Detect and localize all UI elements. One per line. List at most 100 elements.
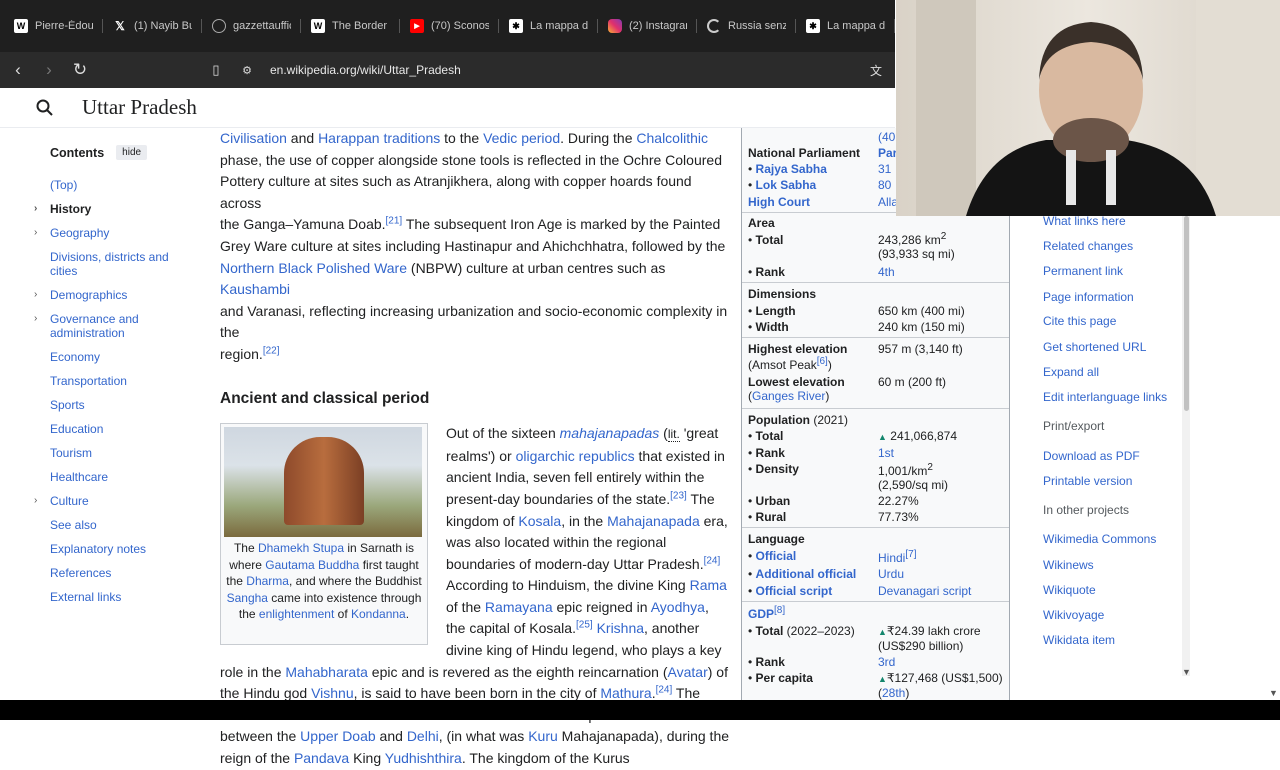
citation[interactable]: [7] [905,549,916,560]
link[interactable]: Delhi [407,728,439,744]
link[interactable]: GDP [748,607,774,621]
toc-item-notes[interactable]: Explanatory notes [30,542,190,556]
browser-tab[interactable]: (2) Instagram [598,10,697,42]
toc-item-education[interactable]: Education [30,422,190,436]
citation[interactable]: [21] [386,216,403,227]
toc-item-economy[interactable]: Economy [30,350,190,364]
link[interactable]: Kuru [528,728,558,744]
browser-tab[interactable]: ✱ La mappa de [499,10,598,42]
browser-tab[interactable]: Russia senza [697,10,796,42]
link[interactable]: Civilisation [220,130,287,146]
chevron-right-icon[interactable]: › [34,226,37,240]
citation[interactable]: [22] [263,345,280,356]
translate-icon[interactable]: 文 [863,57,889,83]
infobox-link[interactable]: 3rd [878,655,1008,669]
tools-link[interactable]: Wikidata item [1043,633,1115,647]
browser-tab[interactable]: 𝕏(1) Nayib Buk [103,10,202,42]
chevron-right-icon[interactable]: › [34,494,37,508]
toc-item-healthcare[interactable]: Healthcare [30,470,190,484]
toc-item-demographics[interactable]: › Demographics [30,288,190,302]
link[interactable]: High Court [748,195,878,209]
link[interactable]: Harappan traditions [318,130,440,146]
toc-item-governance[interactable]: › Governance and administration [30,312,190,340]
tools-scroll-thumb[interactable] [1184,216,1189,411]
toc-item-geography[interactable]: › Geography [30,226,190,240]
citation[interactable]: [23] [670,490,687,501]
tools-link[interactable]: Wikiquote [1043,583,1096,597]
link[interactable]: oligarchic republics [516,448,635,464]
tools-link[interactable]: Edit interlanguage links [1043,390,1167,404]
link[interactable]: Kosala [518,513,561,529]
tools-link[interactable]: What links here [1043,214,1126,228]
link[interactable]: Official script [756,584,833,598]
toc-item-sports[interactable]: Sports [30,398,190,412]
stupa-image[interactable] [224,427,422,538]
tools-link[interactable]: Wikimedia Commons [1043,532,1156,546]
toc-item-references[interactable]: References [30,566,190,580]
tools-link[interactable]: Permanent link [1043,264,1123,278]
link[interactable]: Sangha [227,591,268,605]
toc-item-tourism[interactable]: Tourism [30,446,190,460]
tools-link[interactable]: Page information [1043,290,1134,304]
tools-link[interactable]: Printable version [1043,474,1132,488]
link[interactable]: Upper Doab [300,728,376,744]
browser-tab[interactable]: ✱ La mappa de [796,10,895,42]
link[interactable]: Mahabharata [285,664,368,680]
citation[interactable]: [6] [817,356,828,367]
link[interactable]: Mahajanapada [607,513,700,529]
reload-icon[interactable]: ↻ [67,57,93,83]
toc-item-transportation[interactable]: Transportation [30,374,190,388]
citation[interactable]: [8] [774,605,785,616]
address-bar[interactable]: en.wikipedia.org/wiki/Uttar_Pradesh [270,63,461,77]
toc-item-top[interactable]: (Top) [30,178,190,192]
link[interactable]: Yudhishthira [385,750,462,766]
link[interactable]: Chalcolithic [636,130,708,146]
tools-link[interactable]: Related changes [1043,239,1133,253]
link[interactable]: Additional official [756,567,857,581]
site-settings-icon[interactable]: ⚙ [234,57,260,83]
link[interactable]: Official [756,549,797,563]
link[interactable]: Kaushambi [220,281,290,297]
link[interactable]: Vishnu [311,685,354,701]
link[interactable]: Vedic period [483,130,560,146]
link[interactable]: Gautama Buddha [265,558,359,572]
forward-icon[interactable]: › [36,57,62,83]
link[interactable]: Rama [690,577,727,593]
link[interactable]: Pandava [294,750,349,766]
link[interactable]: Dhamekh Stupa [258,541,344,555]
link[interactable]: Ganges River [752,389,825,403]
chevron-right-icon[interactable]: › [34,202,37,216]
link[interactable]: Northern Black Polished Ware [220,260,407,276]
link[interactable]: enlightenment [259,607,334,621]
link[interactable]: 28th [882,686,905,700]
tools-link[interactable]: Download as PDF [1043,449,1140,463]
chevron-right-icon[interactable]: › [34,288,37,302]
link[interactable]: Ramayana [485,599,553,615]
browser-tab[interactable]: gazzettauffici [202,10,301,42]
toc-item-see-also[interactable]: See also [30,518,190,532]
link[interactable]: Ayodhya [651,599,705,615]
link[interactable]: mahajanapadas [560,425,660,441]
link[interactable]: Rajya Sabha [756,162,827,176]
toc-item-divisions[interactable]: Divisions, districts and cities [30,250,190,278]
infobox-link[interactable]: 4th [878,265,1008,279]
link[interactable]: Kondanna [351,607,406,621]
tools-link[interactable]: Wikivoyage [1043,608,1104,622]
citation[interactable]: [25] [576,620,593,631]
tools-link[interactable]: Cite this page [1043,314,1116,328]
link[interactable]: Lok Sabha [756,178,817,192]
link[interactable]: Avatar [668,664,708,680]
tools-link[interactable]: Expand all [1043,365,1099,379]
toc-hide-button[interactable]: hide [116,145,148,160]
citation[interactable]: [24] [656,685,673,696]
citation[interactable]: [24] [704,555,721,566]
bookmark-icon[interactable]: ▯ [203,57,229,83]
browser-tab[interactable]: ▶(70) Sconosci [400,10,499,42]
back-icon[interactable]: ‹ [5,57,31,83]
toc-item-culture[interactable]: › Culture [30,494,190,508]
tools-link[interactable]: Wikinews [1043,558,1094,572]
search-icon[interactable] [36,99,54,117]
tools-link[interactable]: Get shortened URL [1043,340,1146,354]
toc-item-external-links[interactable]: External links [30,590,190,604]
link[interactable]: Krishna [597,620,644,636]
